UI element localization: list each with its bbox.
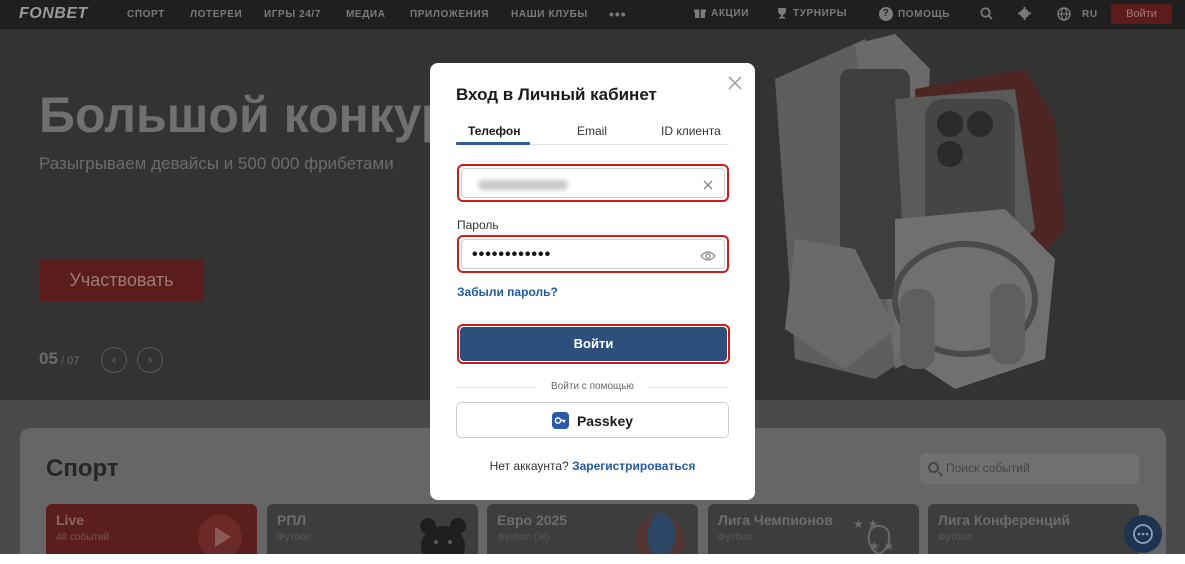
nav-clubs[interactable]: НАШИ КЛУБЫ [511,9,588,20]
passkey-label: Passkey [576,412,634,429]
tile-subtitle: Футбол (Ж) [497,532,550,543]
chat-icon [1133,524,1153,544]
no-account-text: Нет аккаунта? [489,459,569,473]
globe-icon [1057,7,1071,21]
svg-text:★ ★: ★ ★ [869,539,894,553]
login-submit-button[interactable]: Войти [460,327,727,361]
tab-client-id[interactable]: ID клиента [661,124,721,138]
header-login-button[interactable]: Войти [1111,4,1172,24]
nav-tournaments-label: ТУРНИРЫ [793,7,848,19]
key-icon [551,412,569,429]
forgot-password-link[interactable]: Забыли пароль? [457,285,558,299]
nav-sport[interactable]: СПОРТ [127,9,165,20]
close-icon[interactable] [727,75,743,91]
tile-title: Лига Конференций [938,512,1070,528]
phone-field[interactable] [457,164,729,202]
language-selector[interactable]: RU [1057,7,1098,21]
password-field[interactable]: •••••••••••• [457,235,729,273]
active-tab-indicator [456,142,530,145]
fonbet-logo[interactable]: FONBET [19,5,88,23]
search-icon[interactable] [980,7,993,20]
modal-title: Вход в Личный кабинет [456,85,657,104]
submit-button-highlight: Войти [457,324,730,364]
event-search-input[interactable]: Поиск событий [920,453,1139,484]
page-bottom-edge [0,554,1185,564]
top-navigation-bar: FONBET СПОРТ ЛОТЕРЕИ ИГРЫ 24/7 МЕДИА ПРИ… [0,0,1185,29]
passkey-button[interactable]: Passkey [456,402,729,438]
tile-subtitle: Футбол [938,532,973,543]
tile-title: РПЛ [277,512,307,528]
alt-login-divider: Войти с помощью [456,381,729,393]
slide-total: / 07 [57,355,80,367]
tile-title: Лига Чемпионов [718,512,833,528]
register-prompt: Нет аккаунта? Зарегистрироваться [430,459,755,473]
login-modal: Вход в Личный кабинет Телефон Email ID к… [430,63,755,500]
event-search-placeholder: Поиск событий [946,461,1030,475]
support-chat-button[interactable] [1124,515,1162,553]
nav-more-button[interactable]: ••• [609,6,627,22]
search-icon [928,462,939,473]
clear-input-icon[interactable] [702,179,714,191]
show-password-eye-icon[interactable] [700,249,716,263]
slide-prev-button[interactable]: ‹ [101,347,127,373]
tile-title: Live [56,512,85,528]
nav-promos-label: АКЦИИ [711,7,750,19]
password-label: Пароль [457,218,499,232]
nav-lotteries[interactable]: ЛОТЕРЕИ [190,9,242,20]
sport-section-title: Спорт [46,455,119,482]
hero-prize-illustration [775,34,1065,389]
gear-icon[interactable] [1018,7,1031,20]
hero-title: Большой конкур [39,87,452,143]
nav-promos[interactable]: АКЦИИ [694,7,749,19]
nav-apps[interactable]: ПРИЛОЖЕНИЯ [410,9,489,20]
tab-email[interactable]: Email [577,124,607,138]
nav-help-label: ПОМОЩЬ [898,8,951,20]
tile-subtitle: Футбол [277,532,312,543]
tab-phone[interactable]: Телефон [468,124,520,138]
hero-subtitle: Разыгрываем девайсы и 500 000 фрибетами [39,154,394,173]
tile-subtitle: Футбол [718,532,753,543]
divider-line-right [649,387,729,388]
language-label: RU [1082,8,1098,20]
slide-next-button[interactable]: › [137,347,163,373]
password-value: •••••••••••• [472,246,552,263]
password-input[interactable]: •••••••••••• [461,239,725,269]
slide-counter: 05 / 07 [39,349,79,369]
participate-button[interactable]: Участвовать [39,259,204,301]
svg-text:★ ★: ★ ★ [853,517,878,531]
slide-current: 05 [39,349,58,368]
help-icon: ? [879,7,893,21]
trophy-icon [778,8,786,19]
tile-title: Евро 2025 [497,512,568,528]
register-link[interactable]: Зарегистрироваться [572,459,695,473]
gift-icon [694,9,706,18]
nav-games[interactable]: ИГРЫ 24/7 [264,9,321,20]
nav-media[interactable]: МЕДИА [346,9,386,20]
tile-subtitle: 48 событий [56,532,110,543]
phone-input[interactable] [461,168,725,198]
login-method-tabs: Телефон Email ID клиента [456,121,729,145]
nav-tournaments[interactable]: ТУРНИРЫ [776,7,847,19]
nav-help[interactable]: ? ПОМОЩЬ [879,7,950,21]
phone-value-redacted [478,180,568,190]
